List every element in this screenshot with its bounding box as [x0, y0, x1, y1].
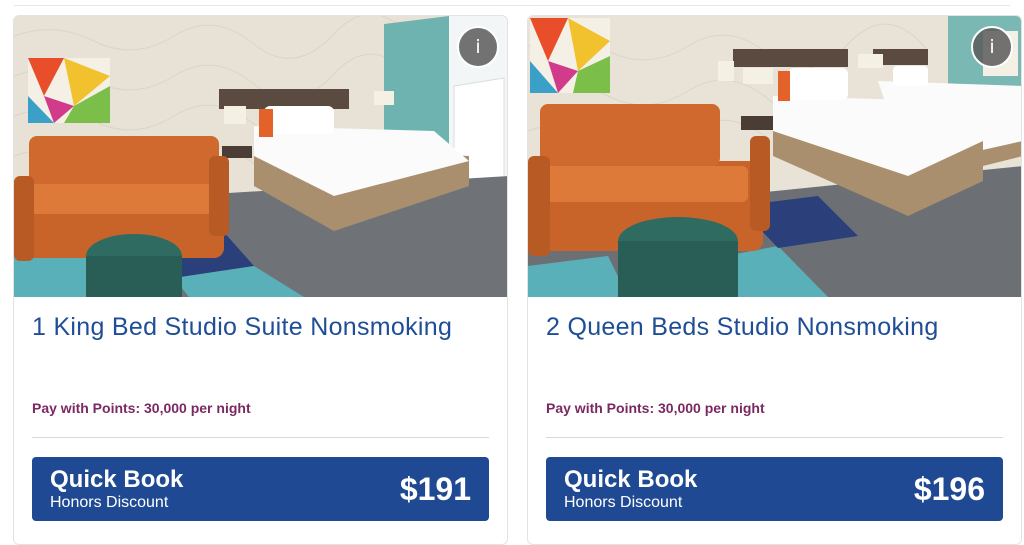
- quick-book-button[interactable]: Quick Book Honors Discount $196: [546, 457, 1003, 521]
- room-photo-king[interactable]: i: [14, 16, 507, 297]
- card-divider: [546, 437, 1003, 438]
- points-price-text: Pay with Points: 30,000 per night: [32, 400, 251, 416]
- quick-book-button[interactable]: Quick Book Honors Discount $191: [32, 457, 489, 521]
- rate-name-label: Honors Discount: [50, 494, 169, 511]
- info-icon[interactable]: i: [457, 26, 499, 68]
- info-icon[interactable]: i: [971, 26, 1013, 68]
- room-card: i 2 Queen Beds Studio Nonsmoking Pay wit…: [527, 15, 1022, 545]
- points-price-text: Pay with Points: 30,000 per night: [546, 400, 765, 416]
- rate-name-label: Honors Discount: [564, 494, 683, 511]
- room-card: i 1 King Bed Studio Suite Nonsmoking Pay…: [13, 15, 508, 545]
- quick-book-label: Quick Book: [564, 466, 698, 493]
- quick-book-label: Quick Book: [50, 466, 184, 493]
- room-photo-queen[interactable]: i: [528, 16, 1021, 297]
- room-title[interactable]: 1 King Bed Studio Suite Nonsmoking: [32, 312, 489, 342]
- top-divider: [14, 5, 1010, 6]
- room-price: $191: [399, 471, 471, 507]
- card-divider: [32, 437, 489, 438]
- room-title[interactable]: 2 Queen Beds Studio Nonsmoking: [546, 312, 1003, 342]
- room-price: $196: [913, 471, 985, 507]
